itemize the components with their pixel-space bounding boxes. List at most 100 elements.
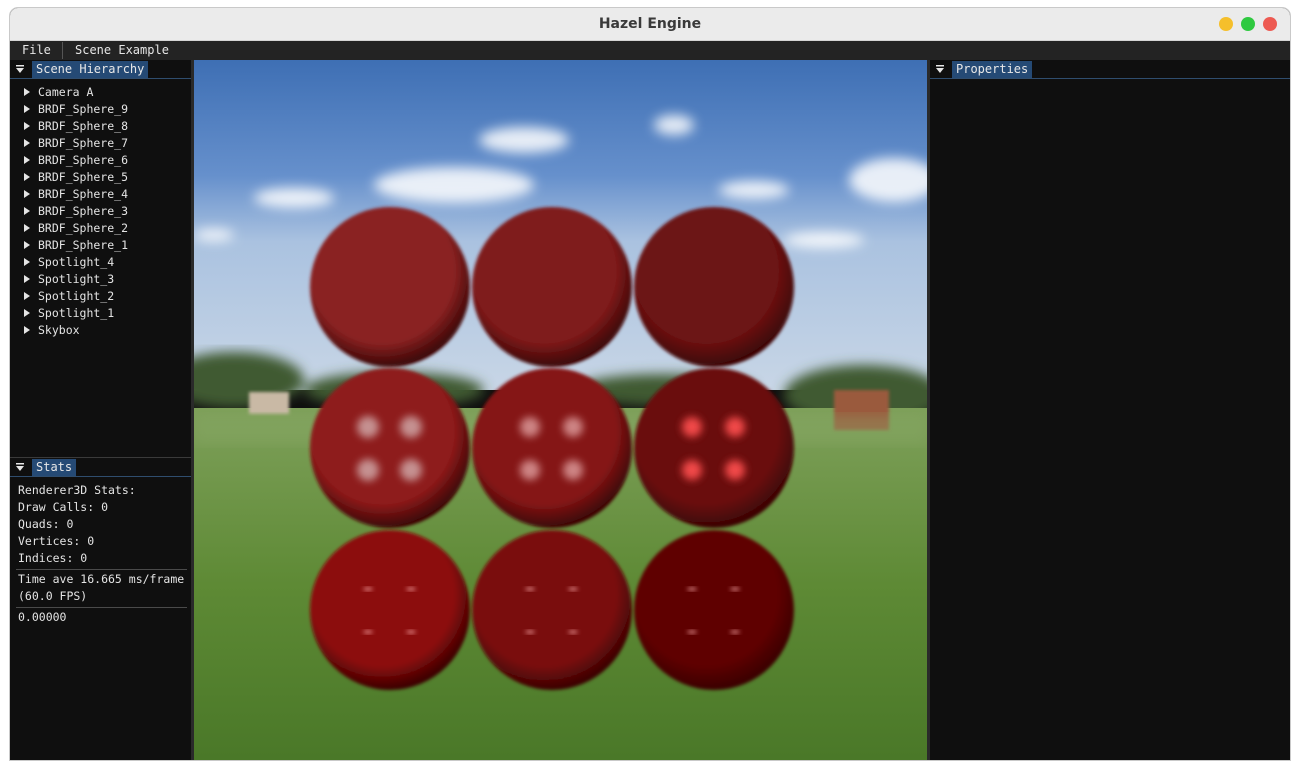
stats-panel: Stats Renderer3D Stats: Draw Calls: 0 Qu… xyxy=(10,457,191,760)
specular-highlight xyxy=(520,417,540,437)
tree-item[interactable]: BRDF_Sphere_8 xyxy=(24,118,128,135)
tab-properties[interactable]: Properties xyxy=(952,61,1033,78)
tree-item-label: BRDF_Sphere_9 xyxy=(38,102,129,116)
expand-arrow-icon[interactable] xyxy=(24,88,30,96)
tree-item-label: BRDF_Sphere_1 xyxy=(38,238,129,252)
minimize-button[interactable] xyxy=(1219,17,1233,31)
specular-highlight xyxy=(400,416,422,438)
specular-highlight xyxy=(687,630,697,634)
expand-arrow-icon[interactable] xyxy=(24,326,30,334)
stats-divider xyxy=(16,607,187,608)
tree-item[interactable]: BRDF_Sphere_4 xyxy=(24,186,128,203)
specular-highlight xyxy=(525,630,535,634)
maximize-button[interactable] xyxy=(1241,17,1255,31)
tab-stats[interactable]: Stats xyxy=(32,459,77,476)
tree-item[interactable]: BRDF_Sphere_3 xyxy=(24,203,128,220)
stats-value: 0.00000 xyxy=(18,610,67,624)
tree-item-label: BRDF_Sphere_7 xyxy=(38,136,129,150)
specular-highlight xyxy=(525,587,535,591)
tree-item-label: BRDF_Sphere_8 xyxy=(38,119,129,133)
expand-arrow-icon[interactable] xyxy=(24,156,30,164)
tree-item[interactable]: Spotlight_3 xyxy=(24,271,114,288)
scene-hierarchy-header: Scene Hierarchy xyxy=(10,60,191,79)
tree-item-label: Spotlight_4 xyxy=(38,255,115,269)
specular-highlight xyxy=(563,417,583,437)
expand-arrow-icon[interactable] xyxy=(24,258,30,266)
expand-arrow-icon[interactable] xyxy=(24,122,30,130)
properties-header: Properties xyxy=(930,60,1290,79)
specular-highlight xyxy=(363,587,373,591)
tree-item-label: BRDF_Sphere_2 xyxy=(38,221,129,235)
specular-highlight xyxy=(682,417,702,437)
app-window: Hazel Engine File Scene Example Scene Hi… xyxy=(10,8,1290,760)
specular-highlight xyxy=(687,587,697,591)
tree-item-label: Spotlight_1 xyxy=(38,306,115,320)
stats-divider xyxy=(16,569,187,570)
specular-highlight xyxy=(363,630,373,634)
expand-arrow-icon[interactable] xyxy=(24,275,30,283)
specular-highlight xyxy=(406,587,416,591)
collapse-triangle-icon[interactable] xyxy=(15,462,25,472)
expand-arrow-icon[interactable] xyxy=(24,139,30,147)
brdf-sphere[interactable] xyxy=(634,530,794,690)
collapse-triangle-icon[interactable] xyxy=(935,64,945,74)
stats-fps: (60.0 FPS) xyxy=(18,589,88,603)
specular-highlight xyxy=(406,630,416,634)
tree-item[interactable]: BRDF_Sphere_2 xyxy=(24,220,128,237)
tree-item[interactable]: BRDF_Sphere_1 xyxy=(24,237,128,254)
stats-title: Renderer3D Stats: xyxy=(18,483,136,497)
stats-indices: Indices: 0 xyxy=(18,551,88,565)
specular-highlight xyxy=(568,587,578,591)
brdf-sphere[interactable] xyxy=(310,207,470,367)
brdf-sphere[interactable] xyxy=(472,368,632,528)
specular-highlight xyxy=(730,587,740,591)
menu-file[interactable]: File xyxy=(22,43,51,58)
tree-item[interactable]: BRDF_Sphere_9 xyxy=(24,101,128,118)
expand-arrow-icon[interactable] xyxy=(24,309,30,317)
collapse-triangle-icon[interactable] xyxy=(15,64,25,74)
tree-item[interactable]: Spotlight_2 xyxy=(24,288,114,305)
tree-item[interactable]: Spotlight_1 xyxy=(24,305,114,322)
expand-arrow-icon[interactable] xyxy=(24,207,30,215)
specular-highlight xyxy=(357,459,379,481)
tree-item[interactable]: Spotlight_4 xyxy=(24,254,114,271)
tab-scene-hierarchy[interactable]: Scene Hierarchy xyxy=(32,61,149,78)
tree-item[interactable]: BRDF_Sphere_7 xyxy=(24,135,128,152)
stats-frame-time: Time ave 16.665 ms/frame xyxy=(18,572,185,586)
menu-bar: File Scene Example xyxy=(10,41,1290,60)
tree-item-label: Spotlight_2 xyxy=(38,289,115,303)
specular-highlight xyxy=(357,416,379,438)
brdf-sphere[interactable] xyxy=(472,530,632,690)
menu-separator xyxy=(62,42,63,59)
brdf-sphere[interactable] xyxy=(472,207,632,367)
brdf-sphere[interactable] xyxy=(310,368,470,528)
properties-panel: Properties xyxy=(930,60,1290,760)
stats-draw-calls: Draw Calls: 0 xyxy=(18,500,109,514)
stats-header: Stats xyxy=(10,458,191,477)
expand-arrow-icon[interactable] xyxy=(24,105,30,113)
specular-highlight xyxy=(400,459,422,481)
specular-highlight xyxy=(682,460,702,480)
close-button[interactable] xyxy=(1263,17,1277,31)
brdf-sphere[interactable] xyxy=(634,207,794,367)
title-bar[interactable]: Hazel Engine xyxy=(10,8,1290,41)
tree-item-label: BRDF_Sphere_6 xyxy=(38,153,129,167)
tree-item[interactable]: BRDF_Sphere_5 xyxy=(24,169,128,186)
expand-arrow-icon[interactable] xyxy=(24,173,30,181)
expand-arrow-icon[interactable] xyxy=(24,190,30,198)
specular-highlight xyxy=(568,630,578,634)
menu-scene-example[interactable]: Scene Example xyxy=(75,43,169,58)
expand-arrow-icon[interactable] xyxy=(24,241,30,249)
brdf-sphere[interactable] xyxy=(310,530,470,690)
specular-highlight xyxy=(725,460,745,480)
scene-hierarchy-panel: Scene Hierarchy Camera A BRDF_Sphere_9 BRD… xyxy=(10,60,191,455)
brdf-sphere[interactable] xyxy=(634,368,794,528)
expand-arrow-icon[interactable] xyxy=(24,224,30,232)
scene-viewport[interactable] xyxy=(194,60,927,760)
expand-arrow-icon[interactable] xyxy=(24,292,30,300)
tree-item-label: BRDF_Sphere_5 xyxy=(38,170,129,184)
tree-item[interactable]: Camera A xyxy=(24,84,93,101)
tree-item[interactable]: Skybox xyxy=(24,322,80,339)
tree-item[interactable]: BRDF_Sphere_6 xyxy=(24,152,128,169)
stats-quads: Quads: 0 xyxy=(18,517,74,531)
